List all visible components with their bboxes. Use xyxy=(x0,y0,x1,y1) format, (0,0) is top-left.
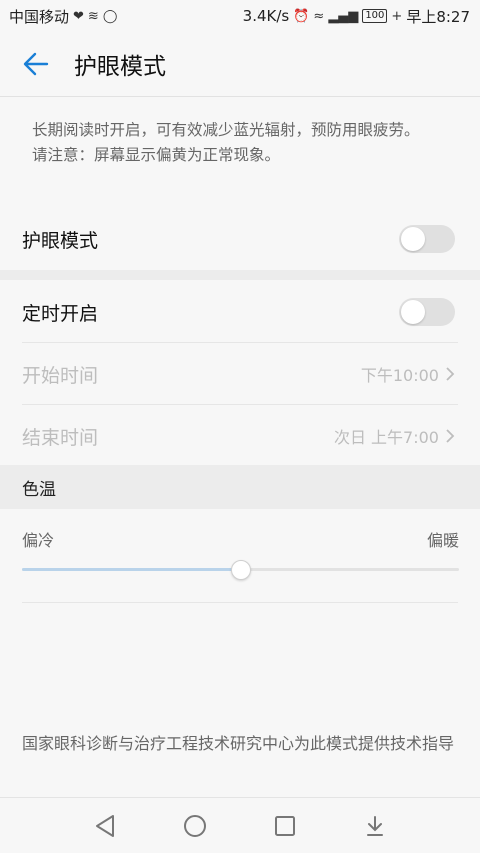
alarm-icon: ⏰ xyxy=(293,8,310,24)
triangle-back-icon xyxy=(96,814,114,837)
nav-recents-button[interactable] xyxy=(261,802,309,850)
signal-icon: ▂▄▆ xyxy=(328,8,359,24)
battery-level: 100 xyxy=(365,10,385,21)
cool-label: 偏冷 xyxy=(22,531,55,550)
wifi-small-icon: ≋ xyxy=(87,8,99,24)
navigation-bar xyxy=(0,797,480,853)
schedule-row[interactable]: 定时开启 xyxy=(0,281,480,343)
battery-icon: 100 xyxy=(362,9,388,23)
end-time-value: 次日 上午7:00 xyxy=(333,428,439,447)
toggle-knob xyxy=(401,300,425,324)
clock: 早上8:27 xyxy=(406,7,470,26)
footer-note: 国家眼科诊断与治疗工程技术研究中心为此模式提供技术指导 xyxy=(22,734,455,753)
header-divider xyxy=(0,96,480,97)
network-speed: 3.4K/s xyxy=(242,7,290,25)
square-recents-icon xyxy=(275,815,295,836)
eye-mode-toggle[interactable] xyxy=(399,225,455,253)
slider-fill xyxy=(22,568,241,571)
color-temp-header: 色温 xyxy=(0,465,480,509)
loading-circle-icon: ◯ xyxy=(102,8,118,24)
back-button[interactable] xyxy=(0,32,72,96)
description-line-1: 长期阅读时开启，可有效减少蓝光辐射，预防用眼疲劳。 xyxy=(32,121,420,139)
slider-divider xyxy=(22,602,458,603)
warm-label: 偏暖 xyxy=(426,531,459,550)
section-gap xyxy=(0,270,480,280)
status-left: 中国移动 ❤ ≋ ◯ xyxy=(9,6,117,27)
wifi-icon: ≈ xyxy=(313,8,325,24)
end-time-value-wrap: 次日 上午7:00 xyxy=(334,424,455,448)
start-time-label: 开始时间 xyxy=(22,364,99,387)
start-time-value: 下午10:00 xyxy=(360,366,439,385)
nav-back-button[interactable] xyxy=(81,802,129,850)
color-temp-slider[interactable] xyxy=(22,559,459,581)
slider-thumb[interactable] xyxy=(231,560,251,580)
heart-icon: ❤ xyxy=(73,8,84,24)
circle-home-icon xyxy=(184,814,206,837)
app-bar: 护眼模式 xyxy=(0,32,480,96)
toggle-knob xyxy=(401,227,425,251)
status-bar: 中国移动 ❤ ≋ ◯ 3.4K/s ⏰ ≈ ▂▄▆ 100 + 早上8:27 xyxy=(0,0,480,32)
color-temp-labels: 偏冷 偏暖 xyxy=(22,527,459,551)
description-line-2: 请注意：屏幕显示偏黄为正常现象。 xyxy=(32,146,281,164)
nav-home-button[interactable] xyxy=(171,802,219,850)
chevron-right-icon xyxy=(446,429,455,443)
start-time-row[interactable]: 开始时间 下午10:00 xyxy=(0,343,480,405)
schedule-toggle[interactable] xyxy=(399,298,455,326)
eye-mode-label: 护眼模式 xyxy=(22,229,99,252)
pull-down-icon xyxy=(367,815,383,836)
eye-mode-row[interactable]: 护眼模式 xyxy=(0,208,480,270)
end-time-label: 结束时间 xyxy=(22,426,99,449)
description: 长期阅读时开启，可有效减少蓝光辐射，预防用眼疲劳。 请注意：屏幕显示偏黄为正常现… xyxy=(32,118,452,168)
schedule-label: 定时开启 xyxy=(22,302,99,325)
charging-icon: + xyxy=(391,8,403,24)
end-time-row[interactable]: 结束时间 次日 上午7:00 xyxy=(0,405,480,467)
page-title: 护眼模式 xyxy=(74,54,166,80)
chevron-right-icon xyxy=(446,367,455,381)
nav-notification-button[interactable] xyxy=(351,802,399,850)
back-arrow-icon xyxy=(23,52,49,76)
carrier-label: 中国移动 xyxy=(9,7,70,26)
start-time-value-wrap: 下午10:00 xyxy=(361,362,455,386)
status-right: 3.4K/s ⏰ ≈ ▂▄▆ 100 + 早上8:27 xyxy=(243,6,470,27)
